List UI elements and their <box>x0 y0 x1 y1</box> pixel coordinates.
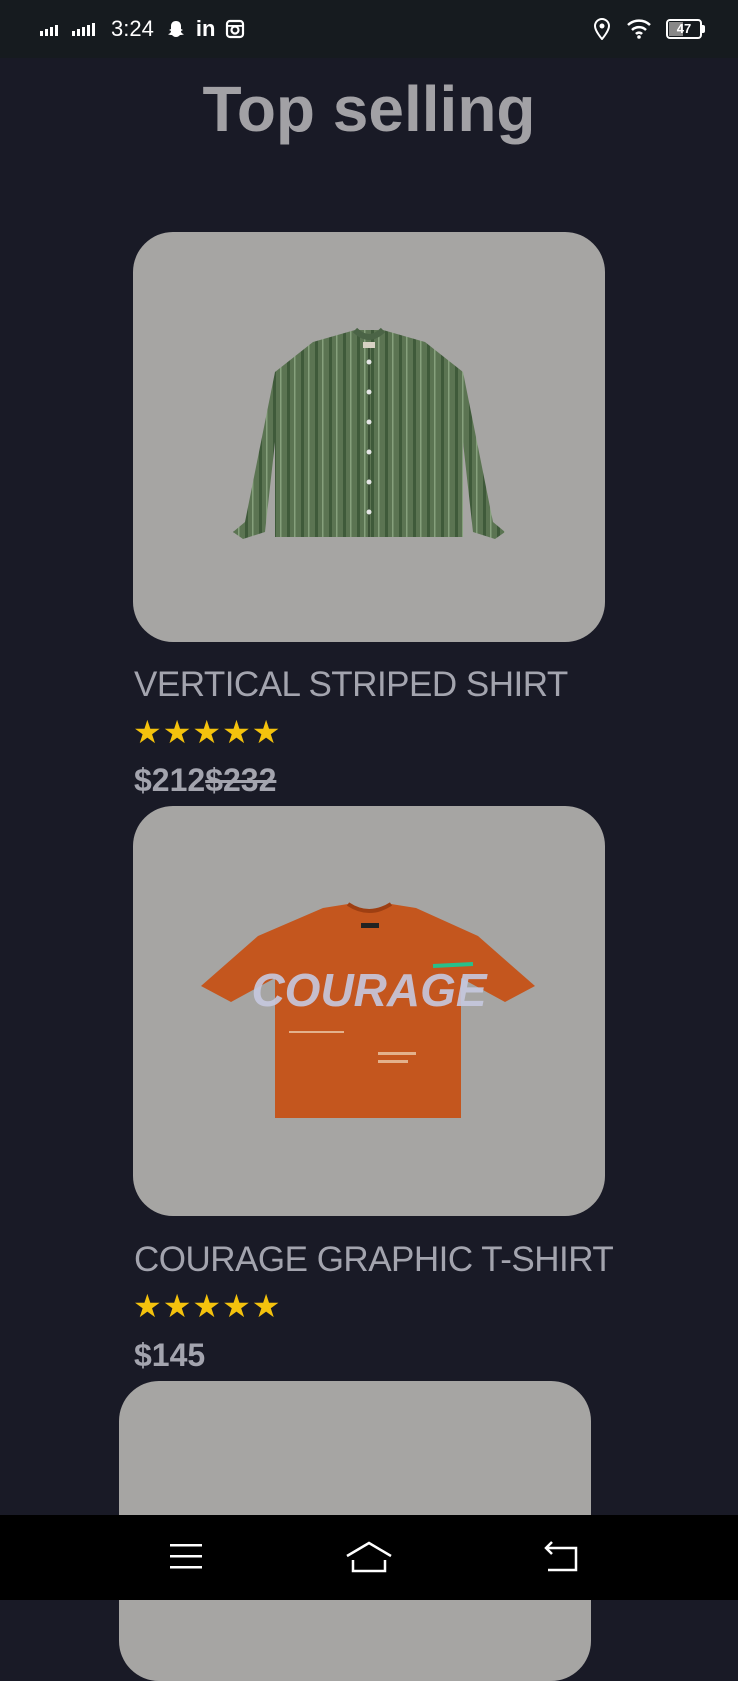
product-price: $212$232 <box>134 762 276 799</box>
product-image-shirt[interactable] <box>133 232 605 642</box>
old-price: $232 <box>205 762 277 798</box>
tshirt-print-text: COURAGE <box>251 964 487 1016</box>
product-image-tshirt[interactable]: COURAGE <box>133 806 605 1216</box>
current-price: $212 <box>134 762 206 798</box>
signal-icon <box>72 22 97 36</box>
navigation-bar <box>0 1515 738 1600</box>
clock: 3:24 <box>111 16 154 41</box>
location-icon <box>594 18 610 40</box>
snapchat-icon <box>167 21 184 37</box>
status-bar: 3:24 in 47 <box>0 0 738 58</box>
product-name[interactable]: VERTICAL STRIPED SHIRT <box>134 665 568 705</box>
linkedin-icon: in <box>195 16 216 41</box>
instagram-icon <box>226 19 245 39</box>
product-price: $145 <box>134 1337 205 1374</box>
page-title: Top selling <box>202 73 536 145</box>
rating-stars: ★★★★★ <box>133 1288 282 1324</box>
home-icon[interactable] <box>345 1540 393 1574</box>
wifi-icon <box>627 19 651 39</box>
signal-icon <box>40 22 60 36</box>
product-name[interactable]: COURAGE GRAPHIC T-SHIRT <box>134 1240 614 1280</box>
battery-icon: 47 <box>666 19 705 39</box>
menu-icon[interactable] <box>168 1540 204 1574</box>
back-icon[interactable] <box>542 1540 582 1574</box>
rating-stars: ★★★★★ <box>133 714 282 750</box>
graphic-tshirt-image: COURAGE <box>201 902 535 1118</box>
striped-shirt-image <box>233 327 505 539</box>
current-price: $145 <box>134 1337 206 1373</box>
